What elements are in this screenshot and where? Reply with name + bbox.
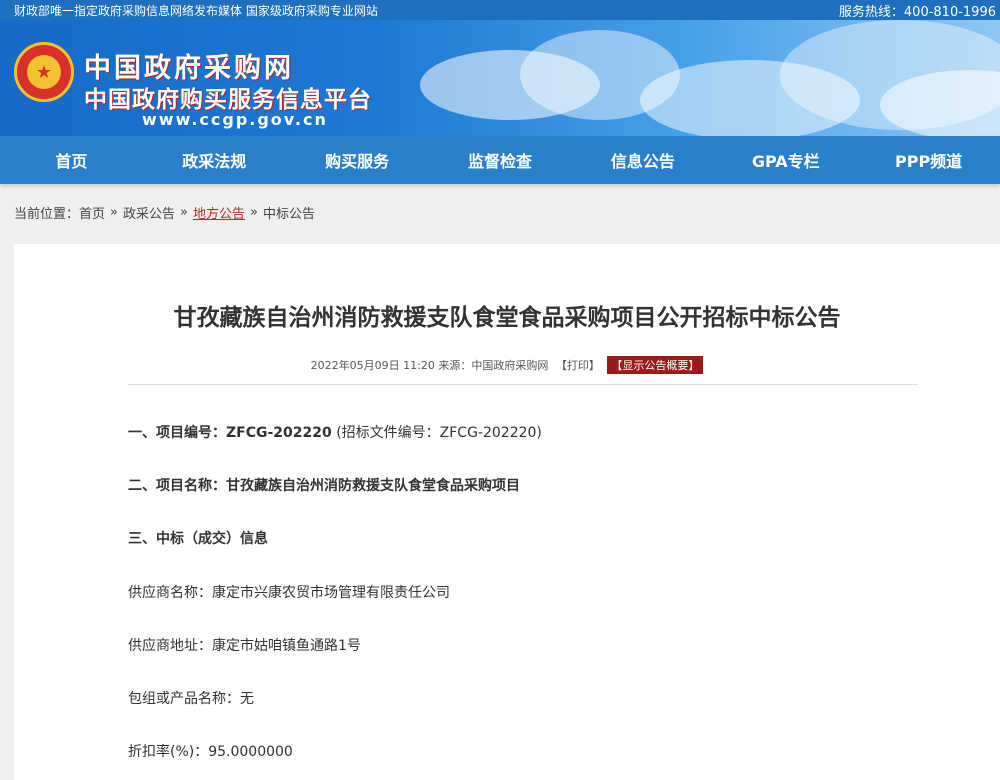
project-number: 一、项目编号：ZFCG-202220: [128, 425, 332, 441]
nav-announcements[interactable]: 信息公告: [571, 148, 714, 172]
nav-home[interactable]: 首页: [0, 148, 143, 172]
top-info-bar: 财政部唯一指定政府采购信息网络发布媒体 国家级政府采购专业网站 服务热线：400…: [0, 0, 1000, 20]
package-name: 包组或产品名称：无: [128, 691, 254, 707]
breadcrumb-separator: »: [180, 204, 188, 220]
national-emblem-icon[interactable]: ★: [14, 42, 74, 102]
tender-doc-number: (招标文件编号：ZFCG-202220): [336, 425, 542, 441]
nav-ppp[interactable]: PPP频道: [857, 148, 1000, 172]
section-award-info: 三、中标（成交）信息: [128, 531, 268, 547]
nav-purchase-services[interactable]: 购买服务: [286, 148, 429, 172]
supplier-name: 供应商名称：康定市兴康农贸市场管理有限责任公司: [128, 585, 450, 601]
breadcrumb-procurement-notices[interactable]: 政采公告: [123, 203, 175, 222]
nav-regulations[interactable]: 政采法规: [143, 148, 286, 172]
discount-rate: 折扣率(%)：95.0000000: [128, 744, 293, 760]
article-meta: 2022年05月09日 11:20 来源：中国政府采购网 【打印】 【显示公告概…: [14, 356, 1000, 374]
print-link[interactable]: 【打印】: [556, 359, 600, 372]
breadcrumb: 当前位置： 首页 » 政采公告 » 地方公告 » 中标公告: [0, 184, 1000, 240]
breadcrumb-prefix: 当前位置：: [14, 206, 80, 222]
supplier-address: 供应商地址：康定市姑咱镇鱼通路1号: [128, 638, 361, 654]
breadcrumb-local-notices[interactable]: 地方公告: [193, 203, 245, 222]
nav-gpa[interactable]: GPA专栏: [714, 148, 857, 172]
service-hotline: 服务热线：400-810-1996: [838, 4, 996, 20]
site-banner: ★ 中国政府采购网 中国政府购买服务信息平台 www.ccgp.gov.cn: [0, 20, 1000, 136]
publish-info: 2022年05月09日 11:20 来源：中国政府采购网: [310, 359, 549, 372]
breadcrumb-separator: »: [110, 204, 118, 220]
breadcrumb-home[interactable]: 首页: [79, 203, 105, 222]
divider: [128, 384, 918, 385]
nav-supervision[interactable]: 监督检查: [429, 148, 572, 172]
site-logo-subtitle: 中国政府购买服务信息平台: [84, 87, 372, 113]
show-summary-button[interactable]: 【显示公告概要】: [607, 356, 704, 374]
main-nav: 首页 政采法规 购买服务 监督检查 信息公告 GPA专栏 PPP频道: [0, 136, 1000, 184]
article-panel: 甘孜藏族自治州消防救援支队食堂食品采购项目公开招标中标公告 2022年05月09…: [14, 244, 1000, 780]
breadcrumb-separator: »: [250, 204, 258, 220]
page-title: 甘孜藏族自治州消防救援支队食堂食品采购项目公开招标中标公告: [173, 305, 841, 331]
breadcrumb-award-notices[interactable]: 中标公告: [263, 203, 315, 222]
top-info-text: 财政部唯一指定政府采购信息网络发布媒体 国家级政府采购专业网站: [14, 3, 378, 18]
section-project-number: 一、项目编号：ZFCG-202220 (招标文件编号：ZFCG-202220): [128, 422, 542, 442]
section-project-name: 二、项目名称：甘孜藏族自治州消防救援支队食堂食品采购项目: [128, 478, 520, 494]
site-url: www.ccgp.gov.cn: [142, 110, 328, 129]
